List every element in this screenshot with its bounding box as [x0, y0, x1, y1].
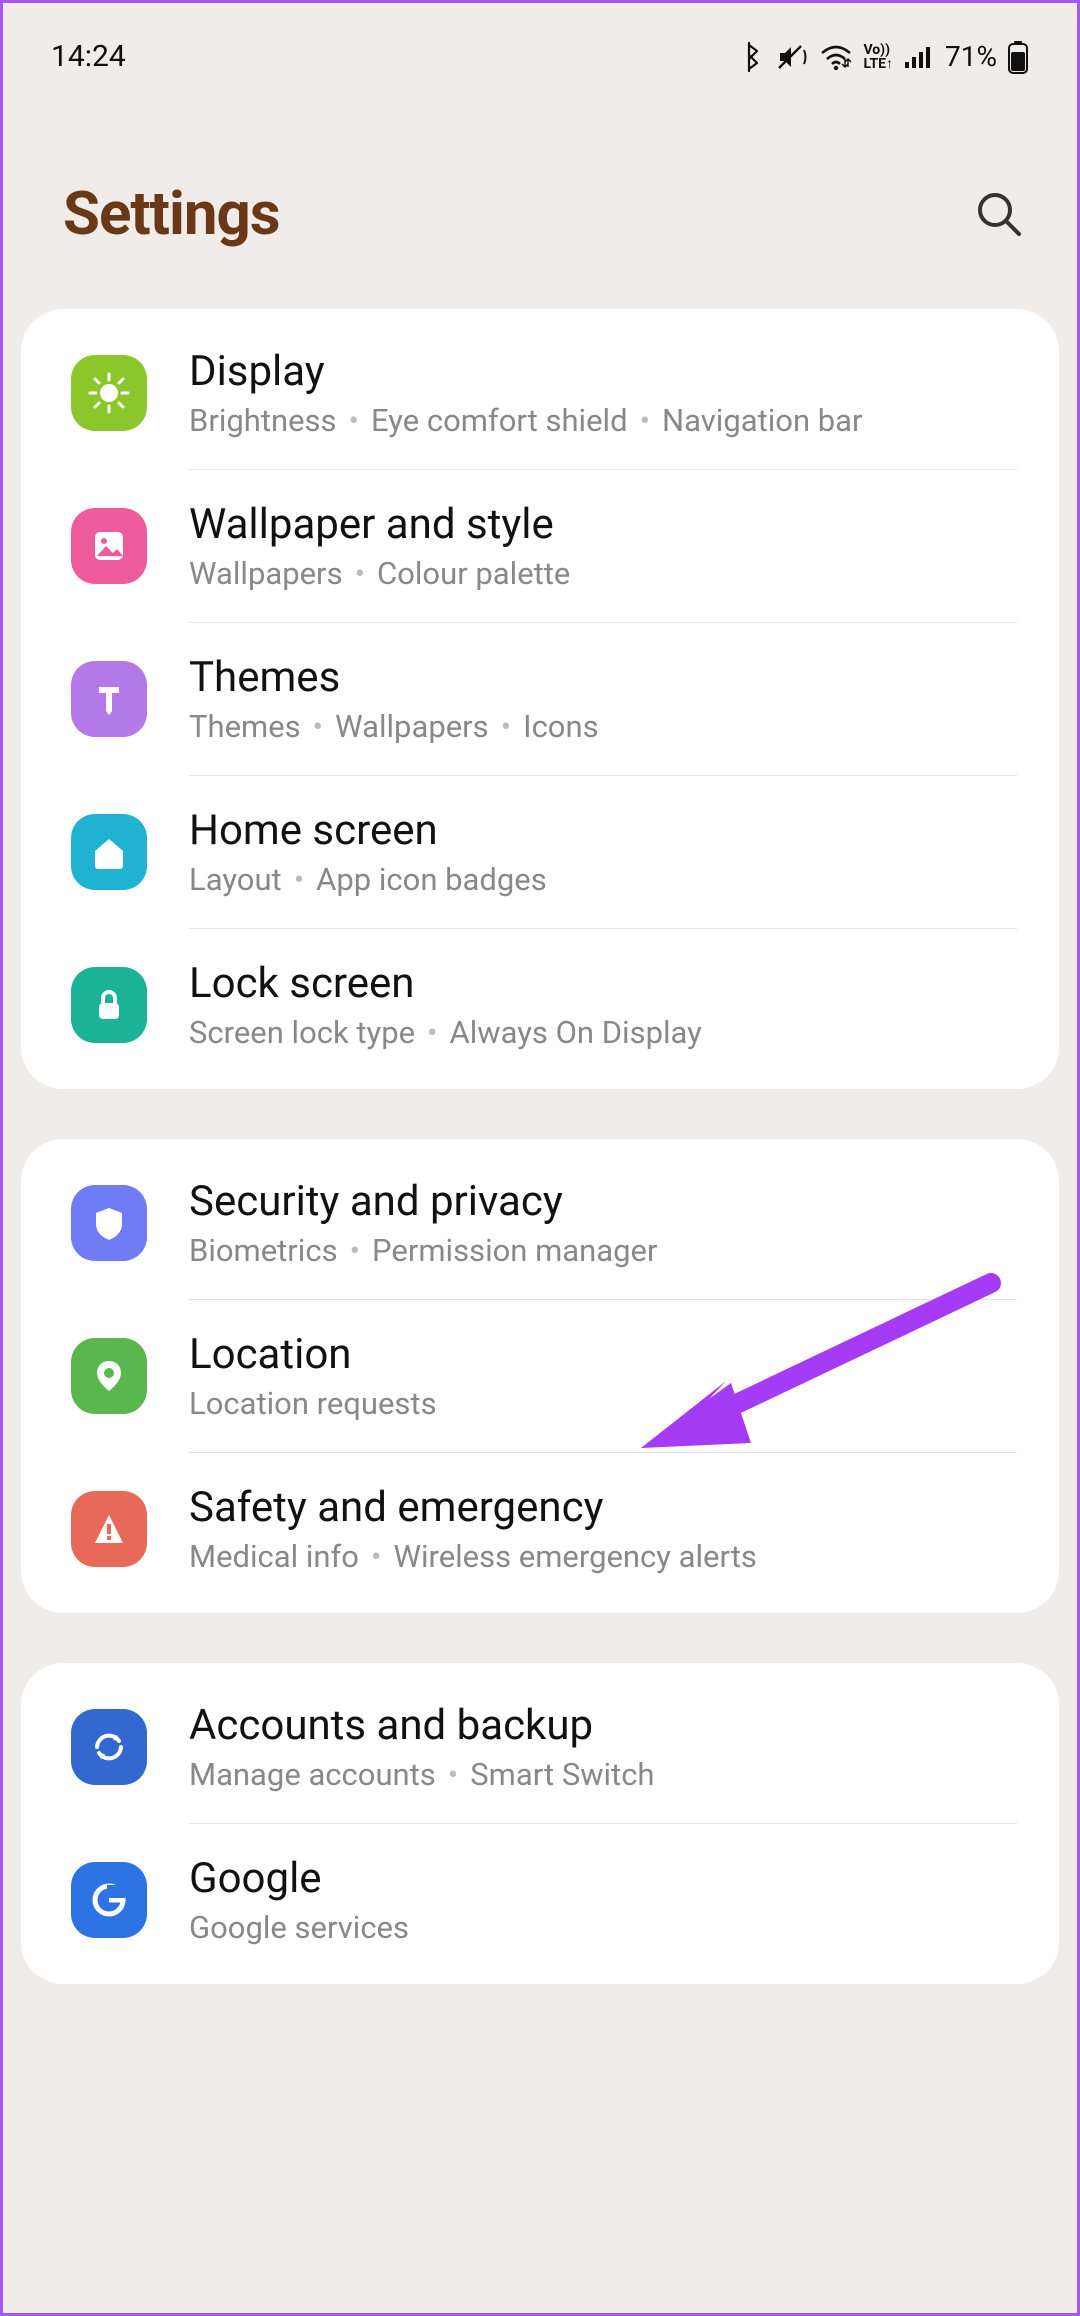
- home-icon: [71, 814, 147, 890]
- item-title: Lock screen: [189, 959, 1017, 1008]
- item-title: Google: [189, 1854, 1017, 1903]
- settings-group-1: Display Brightness•Eye comfort shield•Na…: [21, 309, 1059, 1089]
- settings-group-3: Accounts and backup Manage accounts•Smar…: [21, 1663, 1059, 1984]
- location-pin-icon: [71, 1338, 147, 1414]
- item-title: Home screen: [189, 806, 1017, 855]
- item-title: Wallpaper and style: [189, 500, 1017, 549]
- battery-icon: [1007, 40, 1029, 74]
- item-title: Safety and emergency: [189, 1483, 1017, 1532]
- item-wallpaper[interactable]: Wallpaper and style Wallpapers•Colour pa…: [21, 470, 1059, 622]
- item-title: Accounts and backup: [189, 1701, 1017, 1750]
- themes-icon: [71, 661, 147, 737]
- settings-group-2: Security and privacy Biometrics•Permissi…: [21, 1139, 1059, 1613]
- lock-icon: [71, 967, 147, 1043]
- emergency-icon: [71, 1491, 147, 1567]
- item-title: Themes: [189, 653, 1017, 702]
- mute-vibrate-icon: [775, 42, 809, 72]
- item-subtitle: Wallpapers•Colour palette: [189, 555, 1017, 592]
- search-icon: [973, 188, 1025, 240]
- item-subtitle: Medical info•Wireless emergency alerts: [189, 1538, 1017, 1575]
- bluetooth-icon: [741, 41, 765, 73]
- volte-icon: Vo))LTE↑: [863, 43, 893, 71]
- item-subtitle: Location requests: [189, 1385, 1017, 1422]
- google-icon: [71, 1862, 147, 1938]
- item-lock-screen[interactable]: Lock screen Screen lock type•Always On D…: [21, 929, 1059, 1081]
- item-title: Security and privacy: [189, 1177, 1017, 1226]
- item-themes[interactable]: Themes Themes•Wallpapers•Icons: [21, 623, 1059, 775]
- shield-icon: [71, 1185, 147, 1261]
- item-subtitle: Biometrics•Permission manager: [189, 1232, 1017, 1269]
- item-display[interactable]: Display Brightness•Eye comfort shield•Na…: [21, 317, 1059, 469]
- signal-icon: [903, 44, 933, 70]
- battery-percent: 71%: [945, 40, 997, 73]
- item-location[interactable]: Location Location requests: [21, 1300, 1059, 1452]
- item-accounts[interactable]: Accounts and backup Manage accounts•Smar…: [21, 1671, 1059, 1823]
- item-home-screen[interactable]: Home screen Layout•App icon badges: [21, 776, 1059, 928]
- search-button[interactable]: [969, 184, 1029, 244]
- item-subtitle: Themes•Wallpapers•Icons: [189, 708, 1017, 745]
- page-title: Settings: [63, 178, 280, 249]
- item-title: Display: [189, 347, 1017, 396]
- wallpaper-icon: [71, 508, 147, 584]
- brightness-icon: [71, 355, 147, 431]
- item-subtitle: Layout•App icon badges: [189, 861, 1017, 898]
- item-google[interactable]: Google Google services: [21, 1824, 1059, 1976]
- status-indicators: Vo))LTE↑ 71%: [741, 40, 1029, 74]
- item-safety[interactable]: Safety and emergency Medical info•Wirele…: [21, 1453, 1059, 1605]
- item-title: Location: [189, 1330, 1017, 1379]
- item-subtitle: Screen lock type•Always On Display: [189, 1014, 1017, 1051]
- status-bar: 14:24 Vo))LTE↑: [3, 3, 1077, 88]
- page-header: Settings: [3, 88, 1077, 309]
- sync-icon: [71, 1709, 147, 1785]
- item-security[interactable]: Security and privacy Biometrics•Permissi…: [21, 1147, 1059, 1299]
- item-subtitle: Manage accounts•Smart Switch: [189, 1756, 1017, 1793]
- status-time: 14:24: [51, 39, 126, 74]
- wifi-icon: [819, 43, 853, 71]
- item-subtitle: Google services: [189, 1909, 1017, 1946]
- item-subtitle: Brightness•Eye comfort shield•Navigation…: [189, 402, 1017, 439]
